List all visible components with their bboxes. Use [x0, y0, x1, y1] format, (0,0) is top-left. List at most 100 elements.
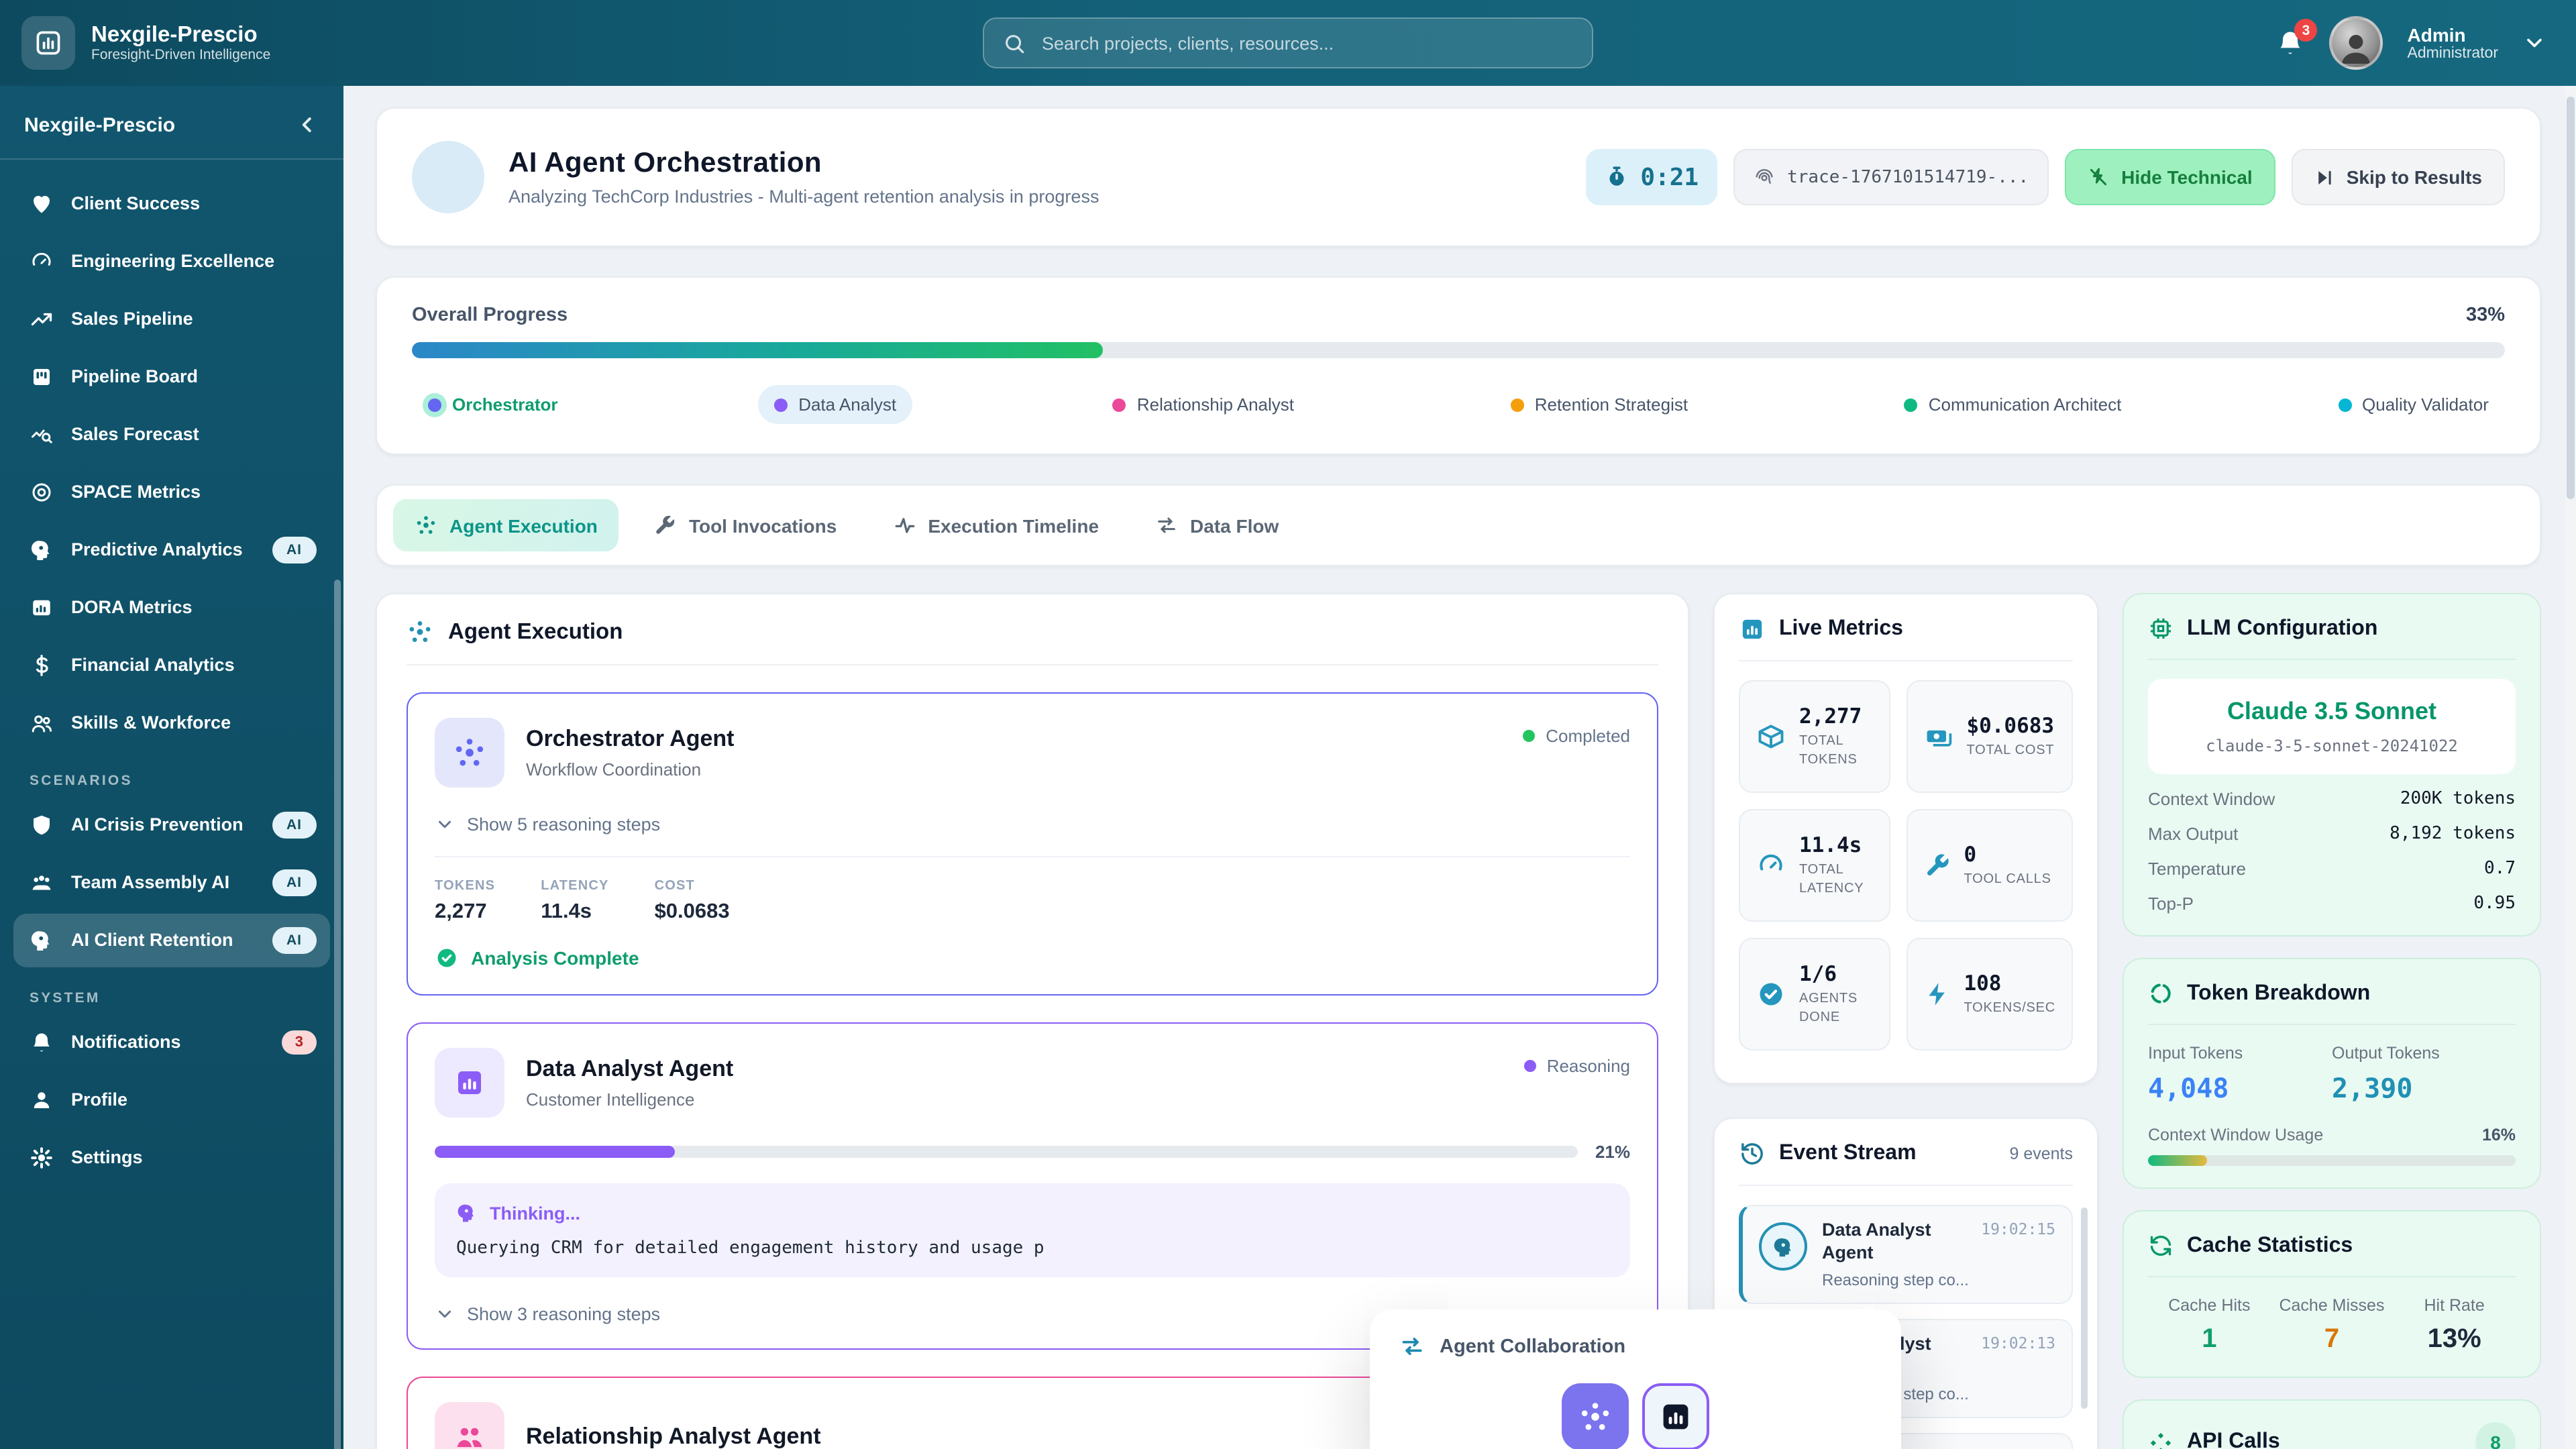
analysis-complete-note: Analysis Complete [435, 946, 1630, 970]
panel-title: Event Stream [1779, 1142, 1917, 1165]
sidebar-item-client-success[interactable]: Client Success [13, 177, 330, 231]
cache-hits: Cache Hits 1 [2168, 1296, 2251, 1354]
search-input[interactable] [1039, 32, 1573, 54]
wrench-icon [1923, 852, 1950, 879]
input-tokens: Input Tokens 4,048 [2148, 1044, 2243, 1104]
config-row: Temperature 0.7 [2148, 859, 2516, 879]
sidebar-collapse-button[interactable] [295, 113, 319, 137]
user-menu[interactable]: Admin Administrator [2408, 23, 2499, 62]
context-usage-bar [2148, 1155, 2516, 1166]
status-badge: Completed [1523, 726, 1630, 746]
orchestrator-agent-card: Orchestrator Agent Workflow Coordination… [407, 692, 1658, 996]
sidebar-item-ai-client-retention[interactable]: AI Client Retention AI [13, 914, 330, 967]
brand-name: Nexgile-Prescio [91, 22, 258, 47]
topbar: Nexgile-Prescio Foresight-Driven Intelli… [0, 0, 2576, 86]
agent-role: Workflow Coordination [526, 759, 702, 780]
api-diamonds-icon [2148, 1430, 2174, 1449]
check-circle-icon [1756, 979, 1786, 1009]
status-dot [2338, 398, 2352, 411]
sidebar-item-space-metrics[interactable]: SPACE Metrics [13, 466, 330, 519]
bar-chart-icon [1739, 616, 1766, 643]
event-list-scrollbar[interactable] [2081, 1208, 2088, 1409]
sidebar-item-sales-forecast[interactable]: Sales Forecast [13, 408, 330, 462]
agent-role: Customer Intelligence [526, 1089, 695, 1110]
config-row: Max Output 8,192 tokens [2148, 824, 2516, 844]
avatar[interactable] [2329, 16, 2383, 70]
metric-total-cost: $0.0683 TOTAL COST [1906, 680, 2073, 793]
sidebar-item-profile[interactable]: Profile [13, 1073, 330, 1127]
sidebar-scrollbar[interactable] [334, 580, 341, 1449]
legend-quality-validator: Quality Validator [2322, 385, 2505, 424]
sidebar-item-notifications[interactable]: Notifications 3 [13, 1016, 330, 1069]
progress-percent: 33% [2465, 305, 2505, 326]
sidebar-item-predictive-analytics[interactable]: Predictive Analytics AI [13, 523, 330, 577]
metric-total-latency: 11.4s TOTAL LATENCY [1739, 809, 1890, 922]
sidebar-item-dora-metrics[interactable]: DORA Metrics [13, 581, 330, 635]
orchestrator-icon [435, 718, 504, 788]
history-icon [1739, 1140, 1766, 1167]
agent-progress-bar: 21% [435, 1142, 1630, 1162]
status-dot [1112, 398, 1126, 411]
event-count: 9 events [2009, 1144, 2073, 1163]
heart-icon [30, 192, 54, 216]
data-analyst-icon [435, 1048, 504, 1118]
gauge-icon [30, 250, 54, 274]
page-subtitle: Analyzing TechCorp Industries - Multi-ag… [508, 186, 1099, 207]
ai-badge: AI [272, 869, 317, 896]
banknote-icon [1923, 722, 1953, 751]
tab-execution-timeline[interactable]: Execution Timeline [871, 499, 1120, 551]
notifications-button[interactable]: 3 [2276, 19, 2318, 58]
person-icon [30, 1088, 54, 1112]
ai-badge: AI [272, 537, 317, 564]
sidebar-item-skills-workforce[interactable]: Skills & Workforce [13, 696, 330, 750]
tab-data-flow[interactable]: Data Flow [1134, 499, 1300, 551]
sidebar-item-sales-pipeline[interactable]: Sales Pipeline [13, 292, 330, 346]
sidebar-item-team-assembly-ai[interactable]: Team Assembly AI AI [13, 856, 330, 910]
status-dot [1523, 730, 1536, 742]
dollar-icon [30, 653, 54, 678]
sidebar-item-ai-crisis-prevention[interactable]: AI Crisis Prevention AI [13, 798, 330, 852]
sidebar-item-settings[interactable]: Settings [13, 1131, 330, 1185]
panel-title: LLM Configuration [2187, 616, 2378, 639]
sidebar: Nexgile-Prescio Client Success Engineeri… [0, 86, 343, 1449]
popup-title: Agent Collaboration [1440, 1336, 1626, 1357]
sidebar-item-financial-analytics[interactable]: Financial Analytics [13, 639, 330, 692]
legend-communication-architect: Communication Architect [1888, 385, 2138, 424]
refresh-icon [2148, 1233, 2174, 1258]
status-dot [774, 398, 788, 411]
orchestrator-agent-chip [1562, 1383, 1629, 1449]
chevron-down-icon [435, 1304, 455, 1324]
progress-label: Overall Progress [412, 305, 568, 326]
cpu-icon [2148, 616, 2174, 641]
metric-tool-calls: 0 TOOL CALLS [1906, 809, 2073, 922]
sidebar-item-pipeline-board[interactable]: Pipeline Board [13, 350, 330, 404]
config-row: Context Window 200K tokens [2148, 789, 2516, 809]
status-dot [1523, 1060, 1536, 1072]
elapsed-timer: 0:21 [1585, 149, 1718, 205]
page-scrollbar-thumb[interactable] [2567, 97, 2575, 499]
stopwatch-icon [1604, 165, 1628, 189]
zap-off-icon [2088, 166, 2109, 188]
skip-to-results-button[interactable]: Skip to Results [2291, 149, 2505, 205]
network-icon [407, 619, 433, 645]
model-card: Claude 3.5 Sonnet claude-3-5-sonnet-2024… [2148, 679, 2516, 774]
chevron-down-icon[interactable] [2522, 31, 2546, 55]
global-search[interactable] [983, 17, 1593, 68]
metric-total-tokens: 2,277 TOTAL TOKENS [1739, 680, 1890, 793]
agent-name: Data Analyst Agent [526, 1056, 734, 1081]
users-icon [30, 711, 54, 735]
page-scrollbar[interactable] [2565, 86, 2576, 1449]
user-name: Admin [2407, 23, 2466, 46]
relationship-analyst-icon [435, 1402, 504, 1449]
cache-statistics-panel: Cache Statistics Cache Hits 1 Cache Miss… [2123, 1210, 2541, 1378]
show-reasoning-toggle[interactable]: Show 5 reasoning steps [435, 814, 1630, 835]
tab-agent-execution[interactable]: Agent Execution [393, 499, 619, 551]
cost-value: $0.0683 [654, 900, 730, 923]
tab-tool-invocations[interactable]: Tool Invocations [633, 499, 858, 551]
hide-technical-button[interactable]: Hide Technical [2065, 149, 2275, 205]
brain-icon [456, 1202, 478, 1224]
metric-agents-done: 1/6 AGENTS DONE [1739, 938, 1890, 1051]
bar-chart-icon [30, 596, 54, 620]
sidebar-item-engineering-excellence[interactable]: Engineering Excellence [13, 235, 330, 288]
wrench-icon [654, 514, 677, 537]
